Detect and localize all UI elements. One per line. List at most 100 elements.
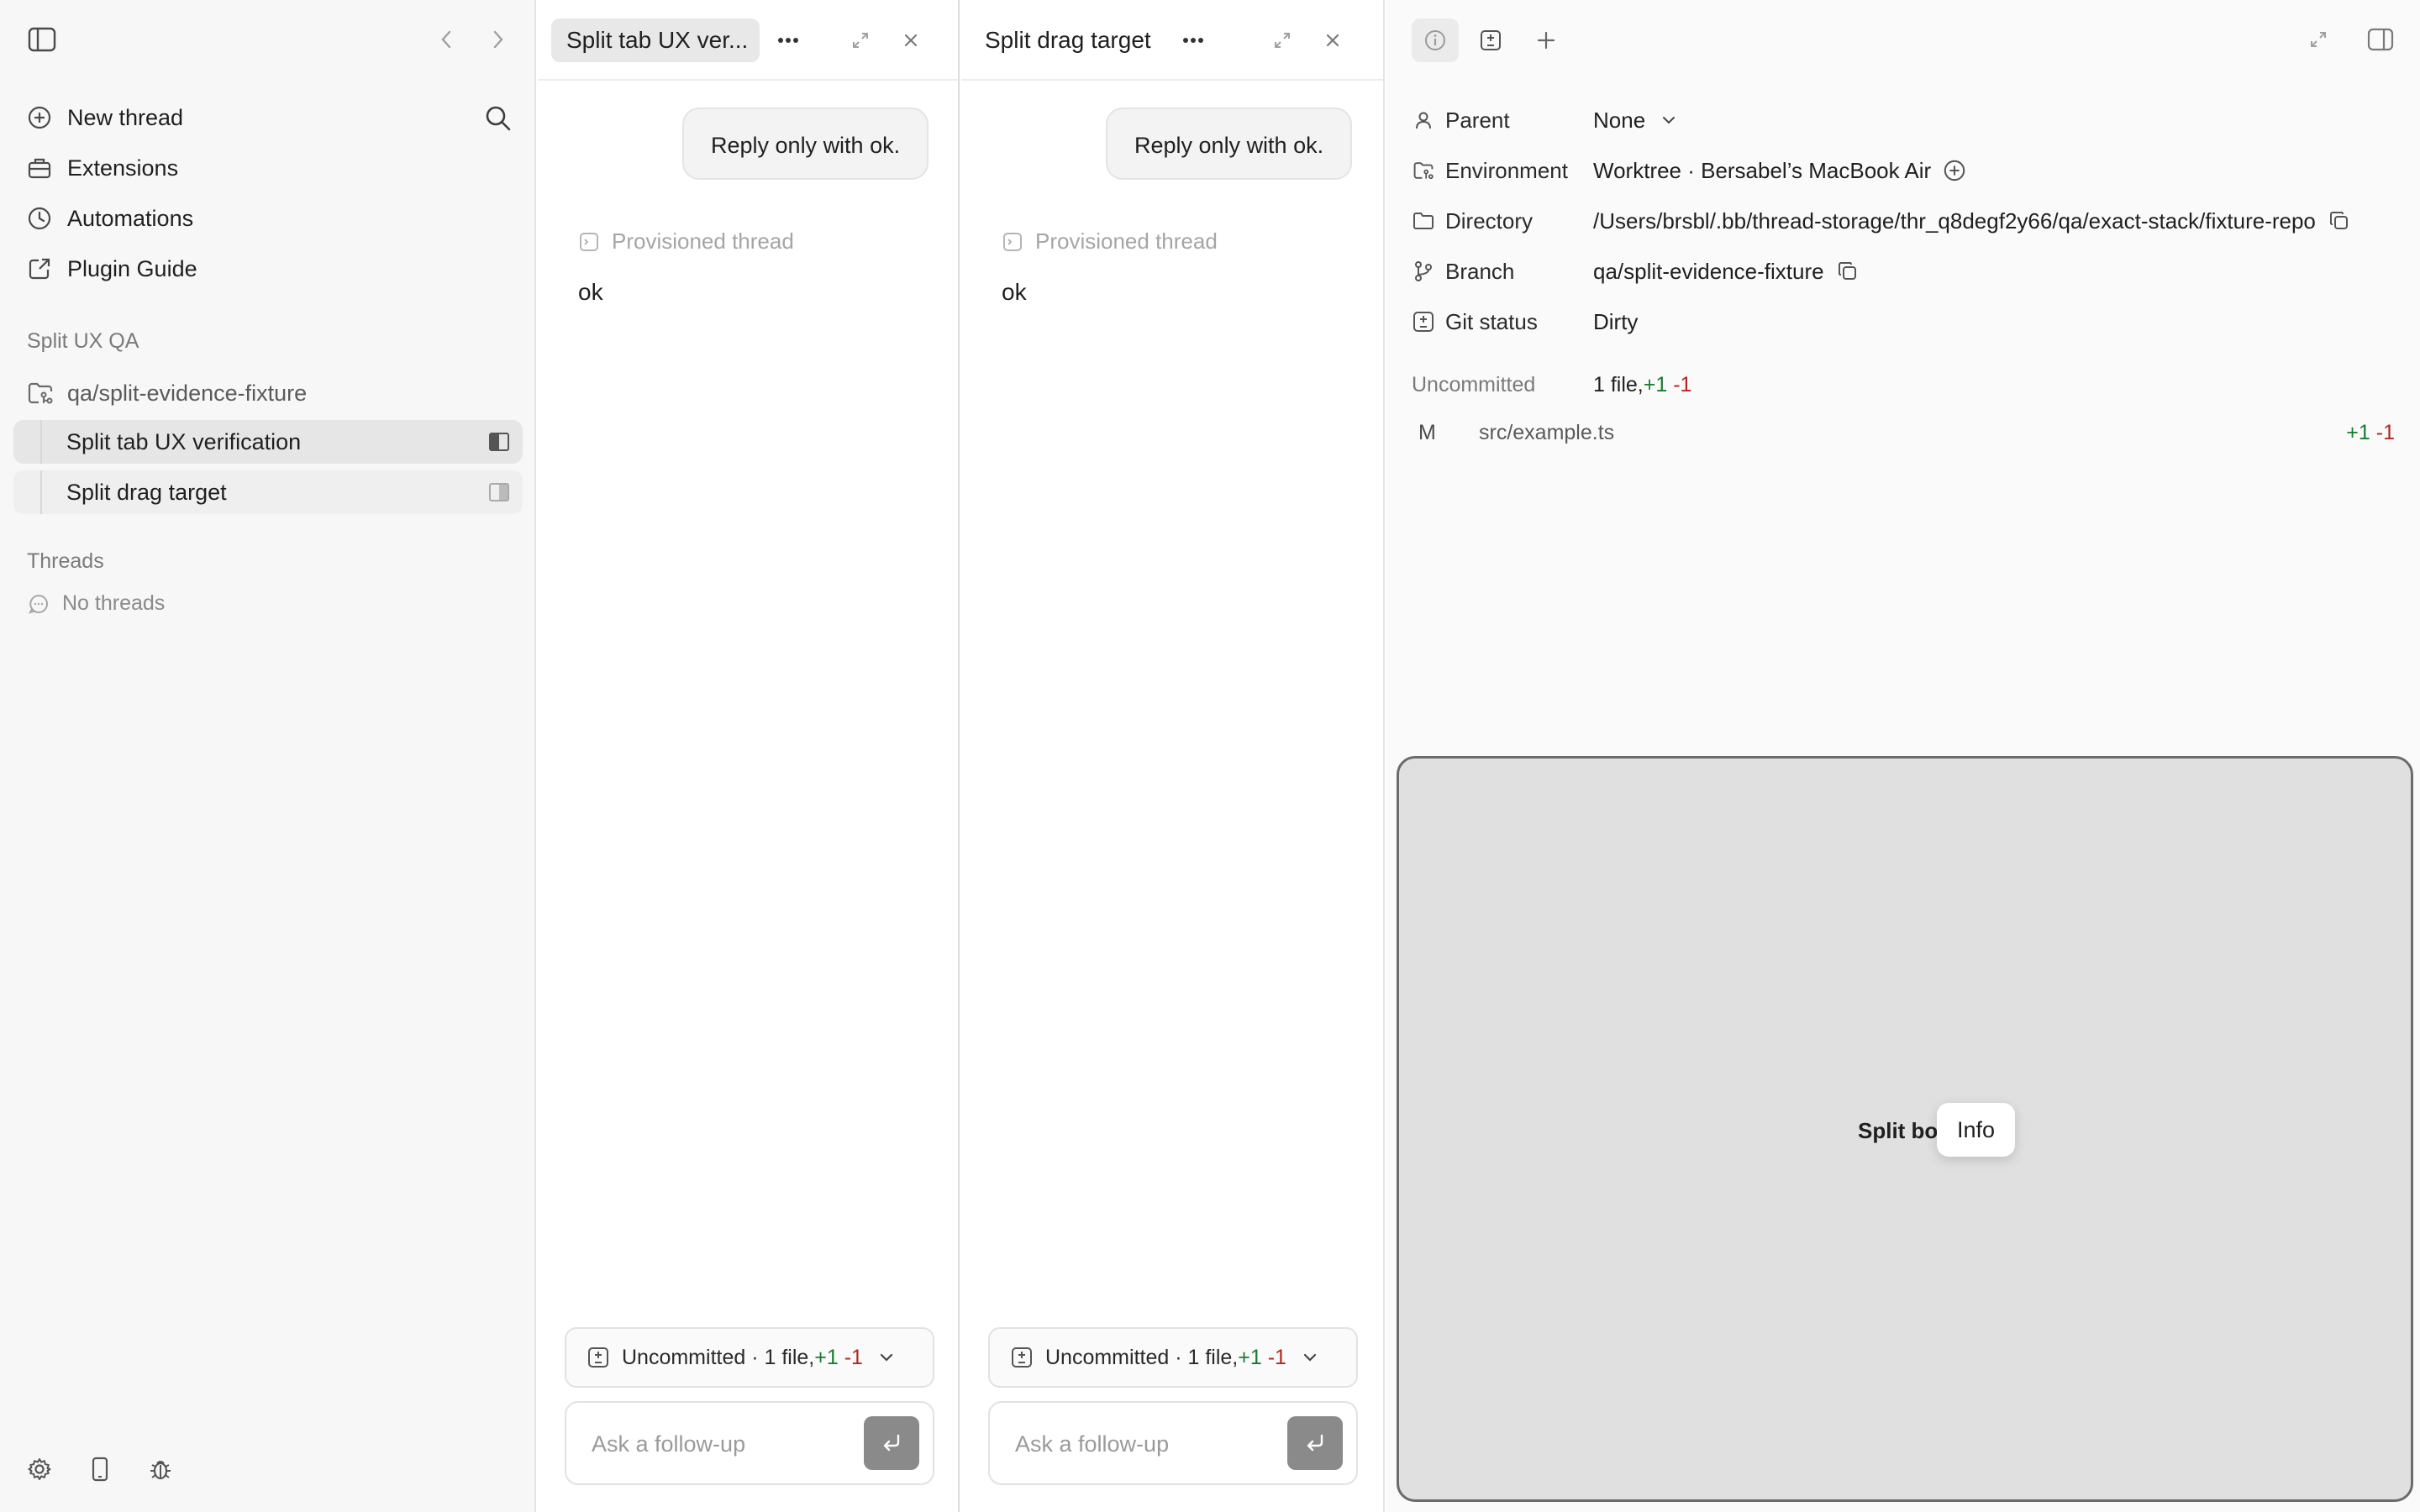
parent-select[interactable]: None <box>1593 108 1681 134</box>
extensions-button[interactable]: Extensions <box>25 146 513 190</box>
file-path: src/example.ts <box>1479 420 1615 444</box>
chevron-right-icon[interactable] <box>486 25 511 54</box>
add-tab-button[interactable] <box>1523 18 1570 62</box>
terminal-icon <box>1002 231 1023 253</box>
composer <box>565 1401 934 1485</box>
branch-icon <box>1412 260 1435 283</box>
branch-label: Branch <box>1445 258 1515 284</box>
person-icon <box>1412 108 1435 132</box>
added-count: +1 <box>1643 373 1668 396</box>
directory-value: /Users/brsbl/.bb/thread-storage/thr_q8de… <box>1593 207 2316 234</box>
sidebar-toggle-icon[interactable] <box>27 27 57 52</box>
pane-header: Split tab UX ver... <box>538 0 958 81</box>
composer <box>988 1401 1358 1485</box>
git-status-value: Dirty <box>1593 308 1639 334</box>
prop-directory: Directory /Users/brsbl/.bb/thread-storag… <box>1412 200 2351 242</box>
info-panel: Parent None Environment Worktree · Bersa… <box>1386 0 2420 1512</box>
info-tabs <box>1412 18 1570 62</box>
plugin-guide-button[interactable]: Plugin Guide <box>25 247 513 291</box>
split-drop-zone[interactable]: Split bot Info <box>1397 756 2413 1502</box>
tab-info[interactable] <box>1412 18 1459 62</box>
gear-icon[interactable] <box>25 1455 54 1483</box>
tab-split-drag-target[interactable]: Split drag target <box>970 18 1166 62</box>
right-panel-toggle-icon[interactable] <box>2366 25 2395 54</box>
send-button[interactable] <box>864 1416 919 1470</box>
return-arrow-icon <box>1303 1432 1327 1454</box>
clock-icon <box>25 204 54 233</box>
environment-value: Worktree · Bersabel’s MacBook Air <box>1593 157 1932 183</box>
uncommitted-changes-button[interactable]: Uncommitted · 1 file, +1 -1 <box>565 1327 934 1388</box>
tab-split-tab-ux[interactable]: Split tab UX ver... <box>551 18 760 62</box>
chevron-down-icon <box>1657 108 1681 132</box>
toolbox-icon <box>25 154 54 182</box>
close-icon[interactable] <box>1319 27 1346 54</box>
more-horizontal-icon[interactable] <box>773 27 803 54</box>
added-count: +1 <box>2346 420 2370 444</box>
new-thread-button[interactable]: New thread <box>25 96 513 139</box>
provisioned-thread-row: Provisioned thread <box>1002 228 1218 255</box>
terminal-icon <box>578 231 600 253</box>
changed-file-row[interactable]: M src/example.ts +1 -1 <box>1412 413 2395 452</box>
info-panel-controls <box>2304 25 2395 54</box>
sidebar-footer <box>25 1455 175 1483</box>
branch-value: qa/split-evidence-fixture <box>1593 258 1824 284</box>
sidebar-thread-split-drag-target[interactable]: Split drag target <box>13 470 523 514</box>
thread-indent-bar <box>40 420 42 464</box>
close-icon[interactable] <box>897 27 924 54</box>
folder-icon <box>1412 209 1435 233</box>
provisioned-thread-row: Provisioned thread <box>578 228 794 255</box>
parent-label: Parent <box>1445 107 1510 133</box>
tooltip: Info <box>1937 1103 2016 1157</box>
diff-icon <box>587 1346 610 1369</box>
uncommitted-summary-row: Uncommitted 1 file, +1 -1 <box>1412 373 1691 397</box>
prop-branch: Branch qa/split-evidence-fixture <box>1412 250 1860 292</box>
provisioned-label: Provisioned thread <box>1035 228 1218 254</box>
file-diff-counts: +1 -1 <box>2346 421 2395 445</box>
uncommitted-label: Uncommitted <box>1412 373 1536 396</box>
more-horizontal-icon[interactable] <box>1178 27 1208 54</box>
follow-up-input[interactable] <box>592 1423 844 1465</box>
copy-icon[interactable] <box>1836 260 1860 283</box>
expand-icon[interactable] <box>1269 27 1296 54</box>
copy-icon[interactable] <box>2328 209 2351 233</box>
user-message-bubble: Reply only with ok. <box>682 108 929 180</box>
uncommitted-changes-button[interactable]: Uncommitted · 1 file, +1 -1 <box>988 1327 1358 1388</box>
thread-label: Split tab UX verification <box>66 428 302 454</box>
chat-bubble-icon <box>27 592 50 616</box>
sidebar-thread-split-tab-ux[interactable]: Split tab UX verification <box>13 420 523 464</box>
project-section-label: Split UX QA <box>27 329 139 353</box>
plus-circle-icon[interactable] <box>1943 159 1966 182</box>
send-button[interactable] <box>1287 1416 1343 1470</box>
thread-label: Split drag target <box>66 479 227 505</box>
info-icon <box>1423 29 1447 52</box>
environment-label: Environment <box>1445 157 1568 183</box>
chevron-down-icon <box>876 1347 897 1368</box>
repo-row[interactable]: qa/split-evidence-fixture <box>25 371 307 415</box>
parent-value: None <box>1593 107 1646 133</box>
diff-icon <box>1480 29 1502 51</box>
prop-parent: Parent None <box>1412 99 1681 141</box>
follow-up-input[interactable] <box>1015 1423 1267 1465</box>
added-count: +1 <box>814 1345 839 1369</box>
uncommitted-summary: Uncommitted · 1 file, <box>1045 1345 1239 1369</box>
search-icon[interactable] <box>482 102 514 134</box>
removed-count: -1 <box>1267 1345 1286 1369</box>
prop-git-status: Git status Dirty <box>1412 301 1638 343</box>
pane-right-icon <box>489 483 509 501</box>
diff-icon <box>1010 1346 1034 1369</box>
added-count: +1 <box>1238 1345 1262 1369</box>
tab-diff[interactable] <box>1467 18 1514 62</box>
extensions-label: Extensions <box>67 155 179 181</box>
expand-icon[interactable] <box>847 27 874 54</box>
directory-label: Directory <box>1445 207 1534 234</box>
user-message-bubble: Reply only with ok. <box>1106 108 1353 180</box>
bug-icon[interactable] <box>146 1455 175 1483</box>
no-threads-label: No threads <box>62 591 166 615</box>
automations-button[interactable]: Automations <box>25 197 513 240</box>
chevron-left-icon[interactable] <box>434 25 459 54</box>
expand-icon[interactable] <box>2304 25 2333 54</box>
assistant-reply: ok <box>578 279 603 305</box>
phone-icon[interactable] <box>86 1455 114 1483</box>
sidebar: New thread Extensions Automations Plugin… <box>0 0 536 1512</box>
drop-zone-label: Split bot <box>1858 1118 1945 1143</box>
